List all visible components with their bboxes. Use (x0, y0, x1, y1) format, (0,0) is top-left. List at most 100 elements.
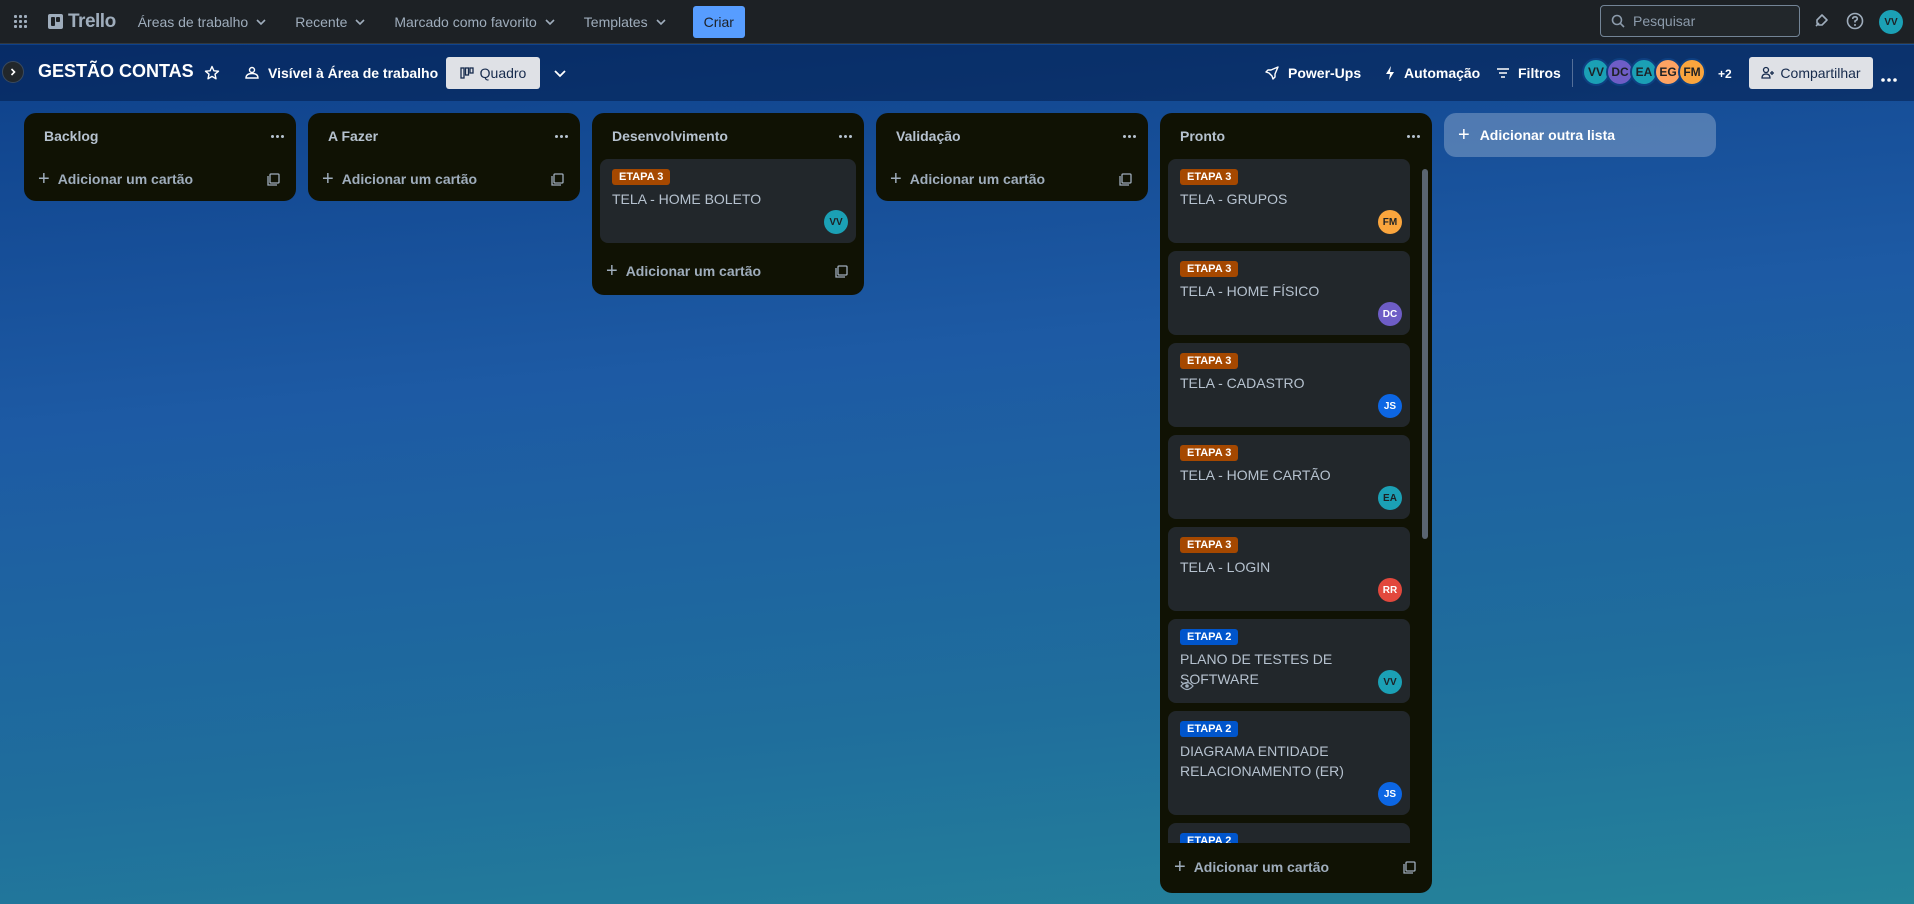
card-template-icon[interactable] (1403, 861, 1416, 874)
card-title: TELA - LOGIN (1180, 559, 1271, 575)
card-label[interactable]: ETAPA 3 (1180, 169, 1239, 185)
card-template-icon[interactable] (267, 173, 280, 186)
nav-templates[interactable]: Templates (574, 6, 677, 38)
plus-icon: + (1174, 856, 1186, 878)
list-header: Validação (876, 113, 1148, 159)
nav-recent-label: Recente (295, 13, 348, 30)
search-input[interactable]: Pesquisar (1600, 5, 1800, 37)
list-header: Pronto (1160, 113, 1432, 159)
card-label[interactable]: ETAPA 2 (1180, 721, 1239, 737)
list-title[interactable]: A Fazer (328, 128, 378, 144)
card-member-avatar[interactable]: DC (1378, 302, 1402, 326)
visibility-button[interactable]: Visível à Área de trabalho (244, 57, 438, 89)
list-scrollbar[interactable] (1422, 169, 1428, 539)
card-label[interactable]: ETAPA 2 (1180, 833, 1239, 843)
card[interactable]: ETAPA 3 TELA - GRUPOS FM (1168, 159, 1410, 243)
workspace-visibility-icon (245, 66, 259, 79)
add-card-button[interactable]: + Adicionar um cartão (308, 159, 580, 199)
card[interactable]: ETAPA 3 TELA - HOME BOLETO VV (600, 159, 856, 243)
card-label[interactable]: ETAPA 3 (1180, 537, 1239, 553)
card-member-avatar[interactable]: JS (1378, 394, 1402, 418)
list-title[interactable]: Validação (896, 128, 961, 144)
board-view-button[interactable]: Quadro (446, 57, 540, 89)
add-card-label: Adicionar um cartão (341, 171, 478, 187)
add-card-button[interactable]: + Adicionar um cartão (592, 251, 864, 291)
list-title[interactable]: Desenvolvimento (612, 128, 728, 144)
card[interactable]: ETAPA 2 PLANO DE TESTES DE SOFTWARE VV (1168, 619, 1410, 703)
power-ups-button[interactable]: Power-Ups (1264, 57, 1361, 89)
list-a-fazer: A Fazer + Adicionar um cartão (308, 113, 580, 201)
trello-logo[interactable]: Trello (44, 6, 120, 38)
automation-label: Automação (1404, 65, 1481, 81)
plus-icon: + (38, 168, 50, 190)
card[interactable]: ETAPA 3 TELA - HOME FÍSICO DC (1168, 251, 1410, 335)
star-board-button[interactable] (204, 57, 228, 89)
automation-button[interactable]: Automação (1384, 57, 1480, 89)
lightning-icon (1386, 66, 1394, 80)
card[interactable]: ETAPA 2 DIAGRAMA ENTIDADE RELACIONAMENTO… (1168, 711, 1410, 815)
list-header: A Fazer (308, 113, 580, 159)
help-icon[interactable] (1844, 10, 1866, 32)
create-button[interactable]: Criar (692, 5, 745, 38)
card[interactable]: ETAPA 3 TELA - LOGIN RR (1168, 527, 1410, 611)
add-card-button[interactable]: + Adicionar um cartão (24, 159, 296, 199)
card[interactable]: ETAPA 2 (1168, 823, 1410, 843)
card-member-avatar[interactable]: FM (1378, 210, 1402, 234)
add-person-icon (1761, 66, 1775, 79)
list-menu-icon[interactable] (839, 134, 852, 138)
chevron-down-icon (554, 70, 566, 78)
list-menu-icon[interactable] (1123, 134, 1136, 138)
card-member-avatar[interactable]: VV (1378, 670, 1402, 694)
nav-starred[interactable]: Marcado como favorito (384, 6, 565, 38)
list-title[interactable]: Pronto (1180, 128, 1225, 144)
notifications-icon[interactable] (1810, 10, 1832, 32)
search-icon (1611, 14, 1625, 28)
card-member-avatar[interactable]: EA (1378, 486, 1402, 510)
header-divider (1572, 59, 1573, 87)
card-label[interactable]: ETAPA 2 (1180, 629, 1239, 645)
search-placeholder: Pesquisar (1633, 13, 1696, 29)
nav-workspaces[interactable]: Áreas de trabalho (128, 6, 278, 38)
card-title: TELA - HOME FÍSICO (1180, 283, 1320, 299)
share-button[interactable]: Compartilhar (1749, 57, 1873, 89)
nav-workspaces-label: Áreas de trabalho (137, 13, 249, 30)
card-member-avatar[interactable]: RR (1378, 578, 1402, 602)
list-menu-icon[interactable] (555, 134, 568, 138)
view-switcher-button[interactable] (552, 57, 576, 89)
card-label[interactable]: ETAPA 3 (612, 169, 671, 185)
more-members-count[interactable]: +2 (1718, 67, 1732, 81)
nav-recent[interactable]: Recente (285, 6, 376, 38)
card-title: TELA - CADASTRO (1180, 375, 1305, 391)
card-template-icon[interactable] (551, 173, 564, 186)
board-title[interactable]: GESTÃO CONTAS (38, 61, 194, 82)
filters-button[interactable]: Filtros (1496, 57, 1561, 89)
card-title: PLANO DE TESTES DE SOFTWARE (1180, 651, 1333, 687)
card[interactable]: ETAPA 3 TELA - HOME CARTÃO EA (1168, 435, 1410, 519)
card-label[interactable]: ETAPA 3 (1180, 353, 1239, 369)
card[interactable]: ETAPA 3 TELA - CADASTRO JS (1168, 343, 1410, 427)
card-label[interactable]: ETAPA 3 (1180, 445, 1239, 461)
card-member-avatar[interactable]: JS (1378, 782, 1402, 806)
add-list-button[interactable]: + Adicionar outra lista (1444, 113, 1716, 157)
add-card-button[interactable]: + Adicionar um cartão (876, 159, 1148, 199)
board-menu-button[interactable] (1880, 70, 1898, 88)
card-template-icon[interactable] (1119, 173, 1132, 186)
plus-icon: + (1458, 124, 1470, 146)
sidebar-toggle-button[interactable] (2, 61, 24, 83)
list-menu-icon[interactable] (1407, 134, 1420, 138)
plus-icon: + (890, 168, 902, 190)
share-label: Compartilhar (1780, 65, 1861, 81)
member-avatar-fm[interactable]: FM (1678, 58, 1706, 86)
trello-logo-text: Trello (68, 10, 116, 32)
add-card-button[interactable]: + Adicionar um cartão (1160, 845, 1432, 889)
app-switcher-icon[interactable] (8, 10, 32, 34)
list-menu-icon[interactable] (271, 134, 284, 138)
add-card-label: Adicionar um cartão (625, 263, 762, 279)
user-avatar[interactable]: VV (1879, 10, 1903, 34)
chevron-down-icon (545, 18, 555, 25)
list-title[interactable]: Backlog (44, 128, 98, 144)
card-member-avatar[interactable]: VV (824, 210, 848, 234)
list-validacao: Validação + Adicionar um cartão (876, 113, 1148, 201)
card-label[interactable]: ETAPA 3 (1180, 261, 1239, 277)
card-template-icon[interactable] (835, 265, 848, 278)
